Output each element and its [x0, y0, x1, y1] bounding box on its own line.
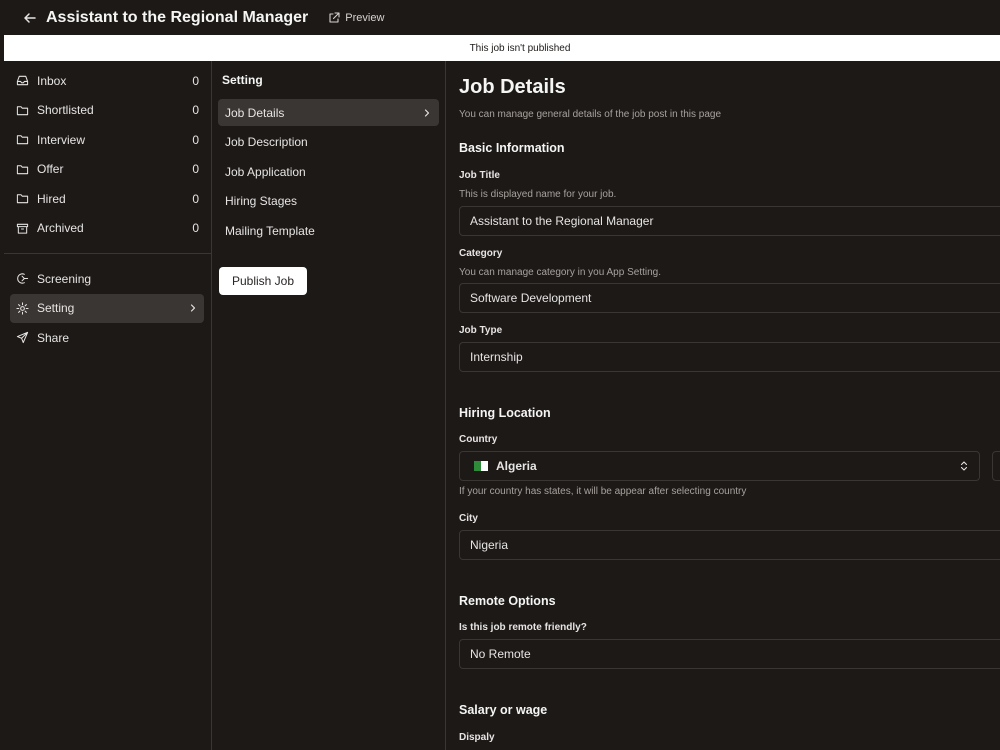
city-value: Nigeria [470, 538, 509, 552]
sidebar-item-label: Screening [37, 271, 92, 286]
settings-item-job-application[interactable]: Job Application [218, 158, 439, 185]
sidebar-item-inbox[interactable]: Inbox 0 [4, 66, 211, 96]
unpublished-banner: This job isn't published [4, 35, 1000, 61]
sidebar-item-label: Shortlisted [37, 103, 94, 118]
settings-panel: Setting Job Details Job Description Job … [212, 61, 446, 750]
chevron-right-icon [188, 303, 198, 313]
sidebar-item-label: Hired [37, 191, 66, 206]
sidebar: Inbox 0 Shortlisted 0 Interview 0 Offer … [4, 61, 212, 750]
external-link-icon [329, 11, 340, 23]
chevron-up-down-icon [959, 460, 969, 472]
inbox-icon [16, 74, 30, 88]
country-hint: If your country has states, it will be a… [459, 486, 747, 497]
sidebar-item-label: Offer [37, 162, 64, 177]
category-value: Software Development [470, 291, 592, 305]
sidebar-item-count: 0 [192, 221, 199, 236]
country-select[interactable]: Algeria [459, 451, 980, 481]
hiring-location-title: Hiring Location [459, 406, 551, 420]
page-title: Assistant to the Regional Manager [46, 8, 309, 26]
country-value: Algeria [496, 459, 537, 473]
settings-heading: Setting [222, 73, 263, 87]
job-title-input[interactable]: Assistant to the Regional Manager [459, 206, 1000, 236]
city-label: City [459, 513, 478, 524]
salary-title: Salary or wage [459, 703, 548, 717]
settings-item-label: Job Application [225, 164, 306, 179]
settings-item-mailing-template[interactable]: Mailing Template [218, 217, 439, 244]
sidebar-item-shortlisted[interactable]: Shortlisted 0 [4, 96, 211, 126]
back-button[interactable] [18, 6, 42, 30]
sidebar-item-share[interactable]: Share [4, 323, 211, 353]
algeria-flag-icon [474, 461, 488, 471]
remote-question-label: Is this job remote friendly? [459, 622, 587, 633]
basic-information-title: Basic Information [459, 141, 565, 155]
folder-icon [16, 133, 30, 147]
job-title-label: Job Title [459, 170, 500, 181]
sidebar-item-label: Interview [37, 132, 86, 147]
sidebar-item-archived[interactable]: Archived 0 [4, 214, 211, 244]
top-bar: Assistant to the Regional Manager Previe… [0, 0, 1000, 35]
salary-display-label: Dispaly [459, 732, 495, 743]
sidebar-item-offer[interactable]: Offer 0 [4, 155, 211, 185]
job-details-form: Job Details You can manage general detai… [447, 61, 1000, 750]
city-input[interactable]: Nigeria [459, 530, 1000, 560]
category-hint: You can manage category in you App Setti… [459, 267, 661, 278]
settings-list: Job Details Job Description Job Applicat… [212, 99, 445, 244]
category-label: Category [459, 248, 503, 259]
preview-label: Preview [345, 11, 385, 24]
job-title-value: Assistant to the Regional Manager [470, 214, 654, 228]
job-type-label: Job Type [459, 325, 503, 336]
remote-options-title: Remote Options [459, 594, 556, 608]
sidebar-divider [4, 253, 211, 254]
sidebar-item-label: Inbox [37, 73, 67, 88]
folder-icon [16, 103, 30, 117]
preview-link[interactable]: Preview [328, 12, 384, 24]
sidebar-item-count: 0 [192, 103, 199, 118]
sidebar-item-label: Archived [37, 221, 84, 236]
sidebar-item-interview[interactable]: Interview 0 [4, 125, 211, 155]
sidebar-item-label: Share [37, 330, 70, 345]
remote-select[interactable]: No Remote [459, 639, 1000, 669]
main-title: Job Details [459, 76, 566, 98]
settings-item-job-details[interactable]: Job Details [218, 99, 439, 126]
sidebar-item-count: 0 [192, 191, 199, 206]
settings-item-hiring-stages[interactable]: Hiring Stages [218, 188, 439, 215]
sidebar-item-count: 0 [192, 73, 199, 88]
archive-icon [16, 221, 30, 235]
tools-nav: Screening Setting Share [4, 264, 211, 353]
send-icon [16, 331, 30, 345]
settings-item-label: Hiring Stages [225, 194, 298, 208]
folder-icon [16, 192, 30, 206]
job-title-hint: This is displayed name for your job. [459, 189, 617, 200]
settings-item-label: Job Description [225, 135, 308, 149]
sidebar-item-count: 0 [192, 132, 199, 147]
country-label: Country [459, 434, 498, 445]
publish-job-button[interactable]: Publish Job [219, 266, 307, 295]
chevron-right-icon [422, 108, 432, 118]
screening-icon [16, 272, 30, 286]
main-subtitle: You can manage general details of the jo… [459, 109, 722, 120]
country-row: Algeria [459, 451, 1000, 481]
pipeline-nav: Inbox 0 Shortlisted 0 Interview 0 Offer … [4, 61, 211, 243]
settings-item-label: Job Details [225, 105, 285, 120]
remote-value: No Remote [470, 647, 531, 661]
sidebar-item-screening[interactable]: Screening [4, 264, 211, 294]
settings-item-label: Mailing Template [225, 223, 315, 238]
sidebar-item-setting[interactable]: Setting [10, 293, 204, 323]
banner-text: This job isn't published [469, 42, 571, 54]
gear-icon [16, 301, 30, 315]
sidebar-item-count: 0 [192, 162, 199, 177]
job-type-select[interactable]: Internship [459, 342, 1000, 372]
folder-icon [16, 162, 30, 176]
job-type-value: Internship [470, 350, 523, 364]
sidebar-item-label: Setting [37, 301, 75, 316]
arrow-left-icon [24, 12, 36, 23]
category-select[interactable]: Software Development [459, 283, 1000, 313]
state-select[interactable] [992, 451, 1000, 481]
settings-item-job-description[interactable]: Job Description [218, 129, 439, 156]
sidebar-item-hired[interactable]: Hired 0 [4, 184, 211, 214]
